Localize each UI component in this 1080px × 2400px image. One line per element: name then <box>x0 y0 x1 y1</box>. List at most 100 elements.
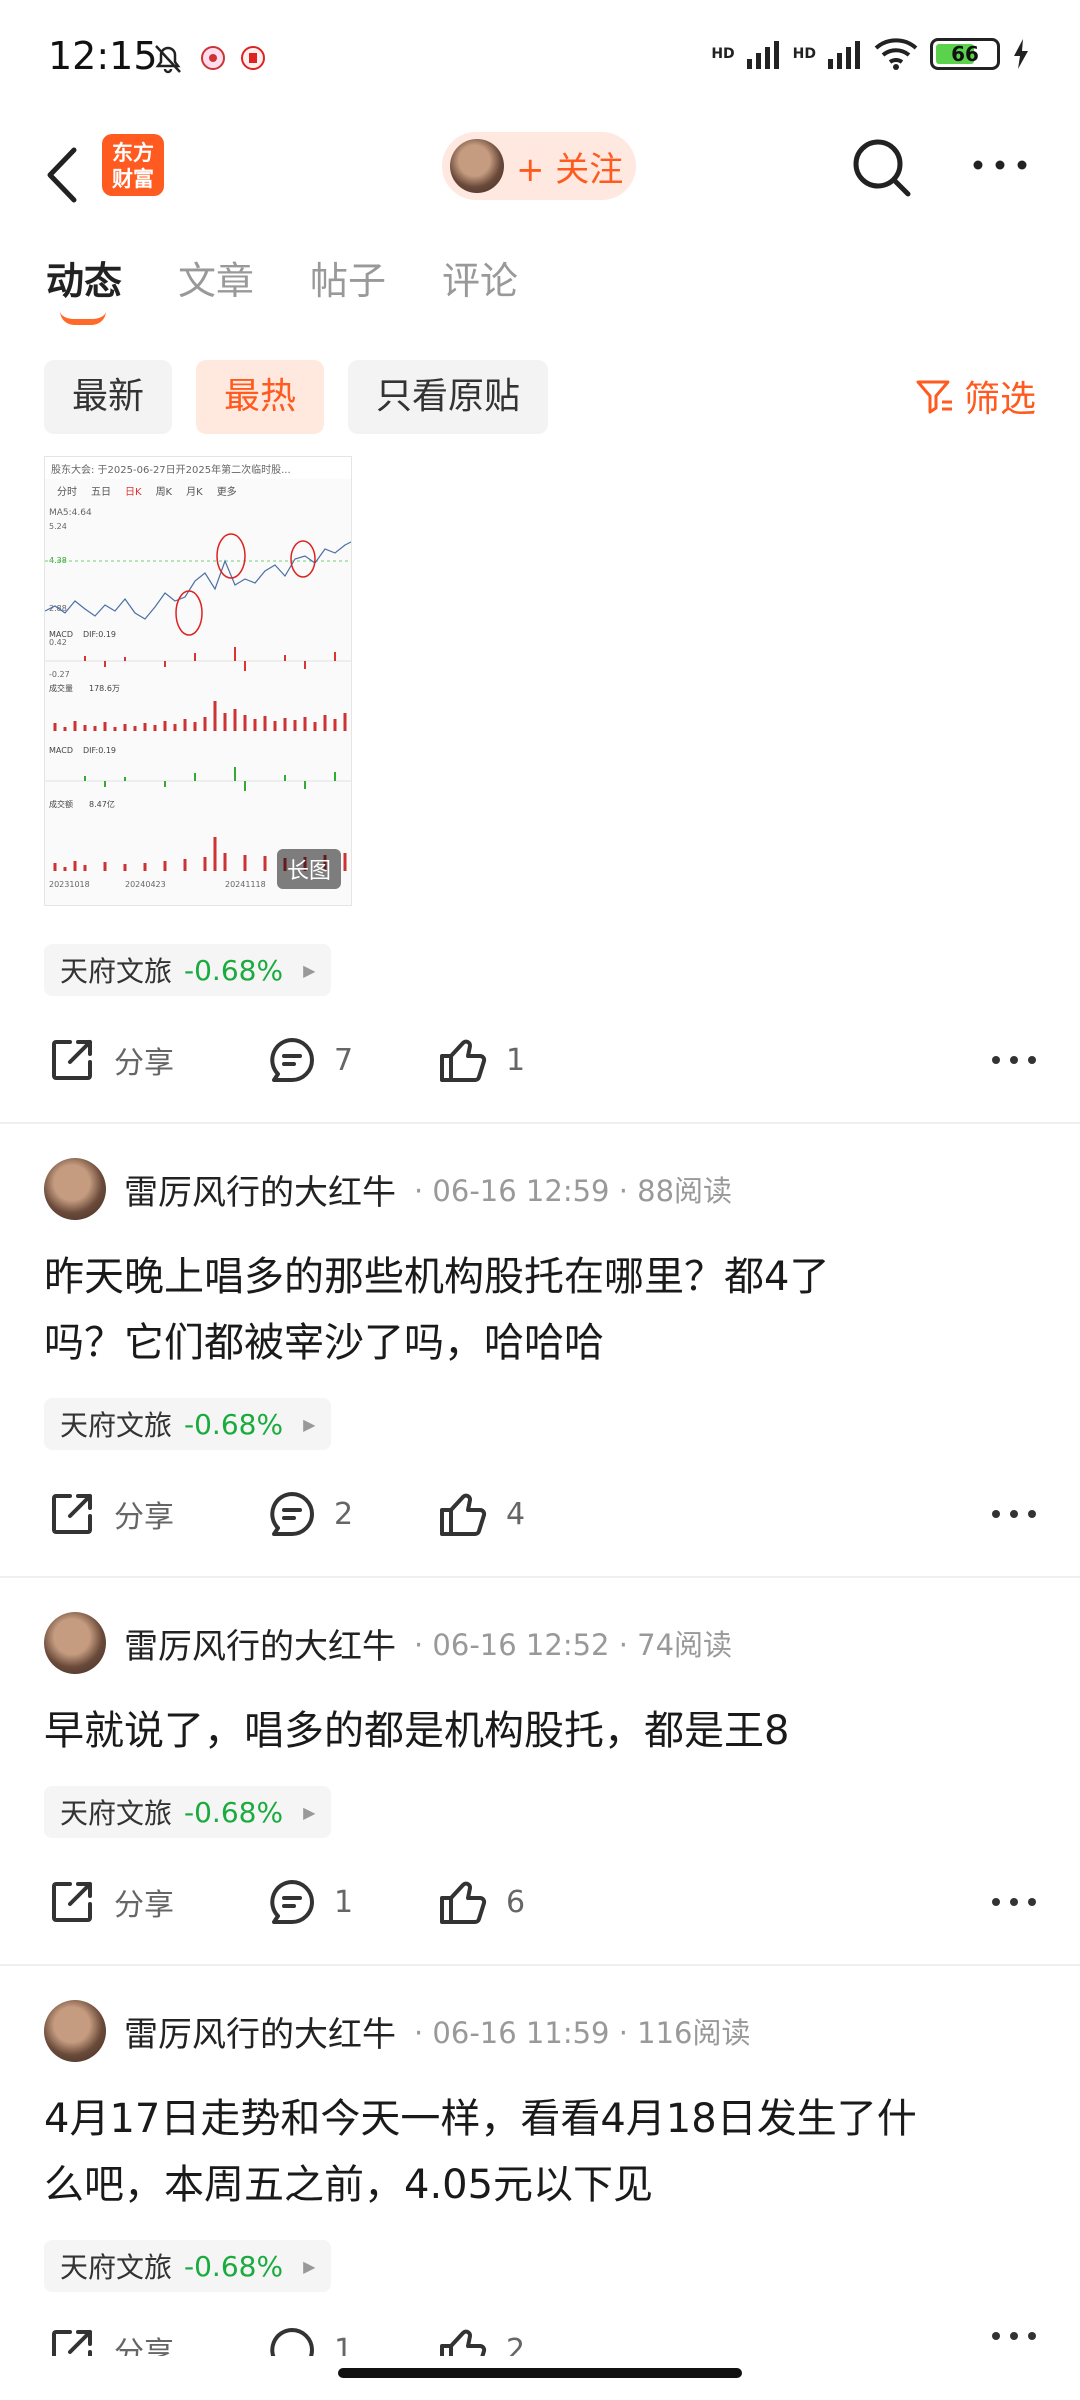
sort-chips: 最新 最热 只看原贴 <box>44 360 549 434</box>
stock-tag[interactable]: 天府文旅 -0.68% ▶ <box>44 944 332 996</box>
charging-icon <box>1014 39 1028 69</box>
comment-button[interactable]: 2 <box>268 1490 438 1538</box>
stock-tag[interactable]: 天府文旅 -0.68% ▶ <box>44 1786 332 1838</box>
svg-text:DIF:0.19: DIF:0.19 <box>83 630 116 639</box>
comment-icon <box>270 1038 314 1082</box>
post-header: 雷厉风行的大红牛 · 06-16 11:59 · 116阅读 <box>44 2000 751 2062</box>
comment-count: 7 <box>334 1042 354 1078</box>
chip-original-only[interactable]: 只看原贴 <box>348 360 549 434</box>
thumbs-up-icon <box>440 1493 487 1536</box>
app-notify-icon-2 <box>241 46 265 70</box>
post-actions: 分享 1 2 <box>48 2326 1038 2356</box>
stock-tag[interactable]: 天府文旅 -0.68% ▶ <box>44 2240 332 2292</box>
comment-button[interactable]: 7 <box>268 1036 438 1084</box>
signal-icon <box>746 41 779 69</box>
chip-hottest[interactable]: 最热 <box>196 360 325 434</box>
svg-text:5.24: 5.24 <box>49 522 67 531</box>
author-name[interactable]: 雷厉风行的大红牛 <box>124 2007 396 2056</box>
svg-text:8.47亿: 8.47亿 <box>89 799 115 809</box>
share-button[interactable]: 分享 <box>48 1036 268 1084</box>
tab-posts[interactable]: 帖子 <box>310 250 386 305</box>
share-label: 分享 <box>114 2336 174 2356</box>
svg-text:成交量: 成交量 <box>49 683 73 693</box>
avatar[interactable] <box>44 1158 106 1220</box>
image-notice: 股东大会: 于2025-06-27日开2025年第二次临时股... <box>45 457 351 479</box>
play-arrow-icon: ▶ <box>303 1414 316 1434</box>
kline-chart-graphic: MA5:4.64 5.24 4.38 2.88 MACD DIF:0.19 0.… <box>45 508 351 889</box>
comment-count: 1 <box>334 2332 354 2357</box>
like-button[interactable]: 4 <box>438 1490 638 1538</box>
stock-name: 天府文旅 <box>60 1797 173 1830</box>
like-button[interactable]: 1 <box>438 1036 638 1084</box>
image-period-row: 分时 五日 日K 周K 月K 更多 <box>57 487 237 498</box>
follow-label: + 关注 <box>516 149 624 190</box>
svg-text:20231018: 20231018 <box>49 880 90 889</box>
like-count: 4 <box>506 1496 526 1532</box>
like-count: 6 <box>506 1884 526 1920</box>
comment-icon <box>270 1492 314 1536</box>
share-icon <box>52 1494 92 1534</box>
more-icon[interactable] <box>970 150 1030 180</box>
divider <box>0 1122 1080 1124</box>
author-name[interactable]: 雷厉风行的大红牛 <box>124 1165 396 1214</box>
more-icon[interactable] <box>990 1504 1038 1524</box>
filter-button[interactable]: 筛选 <box>914 370 1036 422</box>
filter-label: 筛选 <box>963 379 1036 420</box>
comment-icon <box>270 1880 314 1924</box>
share-button[interactable]: 分享 <box>48 2326 268 2356</box>
tab-comments[interactable]: 评论 <box>442 250 518 305</box>
post-header: 雷厉风行的大红牛 · 06-16 12:52 · 74阅读 <box>44 1612 732 1674</box>
tab-dynamics[interactable]: 动态 <box>46 250 122 325</box>
signal-hd-label-2: HD <box>792 46 816 62</box>
svg-text:MA5:4.64: MA5:4.64 <box>49 508 92 518</box>
svg-text:DIF:0.19: DIF:0.19 <box>83 746 116 755</box>
more-icon[interactable] <box>990 1892 1038 1912</box>
tab-articles[interactable]: 文章 <box>178 250 254 305</box>
app-logo: 东方 财富 <box>102 134 164 196</box>
share-button[interactable]: 分享 <box>48 1878 268 1926</box>
avatar[interactable] <box>44 2000 106 2062</box>
stock-change: -0.68% <box>184 953 284 987</box>
comment-button[interactable]: 1 <box>268 1878 438 1926</box>
avatar[interactable] <box>44 1612 106 1674</box>
stock-change: -0.68% <box>184 1795 284 1829</box>
post-actions: 分享 2 4 <box>48 1484 1038 1544</box>
stock-tag[interactable]: 天府文旅 -0.68% ▶ <box>44 1398 332 1450</box>
post-text[interactable]: 昨天晚上唱多的那些机构股托在哪里？都4了 吗？它们都被宰沙了吗，哈哈哈 <box>44 1244 1044 1376</box>
like-count: 2 <box>506 2332 526 2357</box>
like-count: 1 <box>506 1042 526 1078</box>
signal-hd-label: HD <box>711 46 735 62</box>
post-image-kline[interactable]: 股东大会: 于2025-06-27日开2025年第二次临时股... 分时 五日 … <box>44 456 352 906</box>
back-icon[interactable] <box>40 140 90 210</box>
svg-text:-0.27: -0.27 <box>49 670 70 679</box>
content-tabs: 动态 文章 帖子 评论 <box>46 250 518 325</box>
stock-change: -0.68% <box>184 2249 284 2283</box>
search-icon[interactable] <box>850 136 914 200</box>
home-indicator[interactable] <box>338 2368 742 2378</box>
bell-muted-icon <box>155 45 181 74</box>
follow-button[interactable]: + 关注 <box>442 132 636 200</box>
play-arrow-icon: ▶ <box>303 960 316 980</box>
author-name[interactable]: 雷厉风行的大红牛 <box>124 1619 396 1668</box>
like-button[interactable]: 6 <box>438 1878 638 1926</box>
like-button[interactable]: 2 <box>438 2326 638 2356</box>
top-nav: 东方 财富 + 关注 <box>0 120 1080 230</box>
app-notify-icon <box>201 46 225 70</box>
long-image-badge: 长图 <box>276 849 341 889</box>
share-button[interactable]: 分享 <box>48 1490 268 1538</box>
post-meta: · 06-16 11:59 · 116阅读 <box>414 2016 751 2050</box>
post-meta: · 06-16 12:59 · 88阅读 <box>414 1174 733 1208</box>
comment-button[interactable]: 1 <box>268 2326 438 2356</box>
chip-latest[interactable]: 最新 <box>44 360 173 434</box>
svg-text:20240423: 20240423 <box>125 880 166 889</box>
post-text[interactable]: 4月17日走势和今天一样，看看4月18日发生了什 么吧，本周五之前，4.05元以… <box>44 2086 1044 2218</box>
stock-name: 天府文旅 <box>60 2251 173 2284</box>
post-meta: · 06-16 12:52 · 74阅读 <box>414 1628 733 1662</box>
comment-count: 2 <box>334 1496 354 1532</box>
stock-name: 天府文旅 <box>60 955 173 988</box>
more-icon[interactable] <box>990 2326 1038 2346</box>
stock-change: -0.68% <box>184 1407 284 1441</box>
more-icon[interactable] <box>990 1050 1038 1070</box>
post-text[interactable]: 早就说了，唱多的都是机构股托，都是王8 <box>44 1698 1044 1764</box>
post-actions: 分享 7 1 <box>48 1030 1038 1090</box>
